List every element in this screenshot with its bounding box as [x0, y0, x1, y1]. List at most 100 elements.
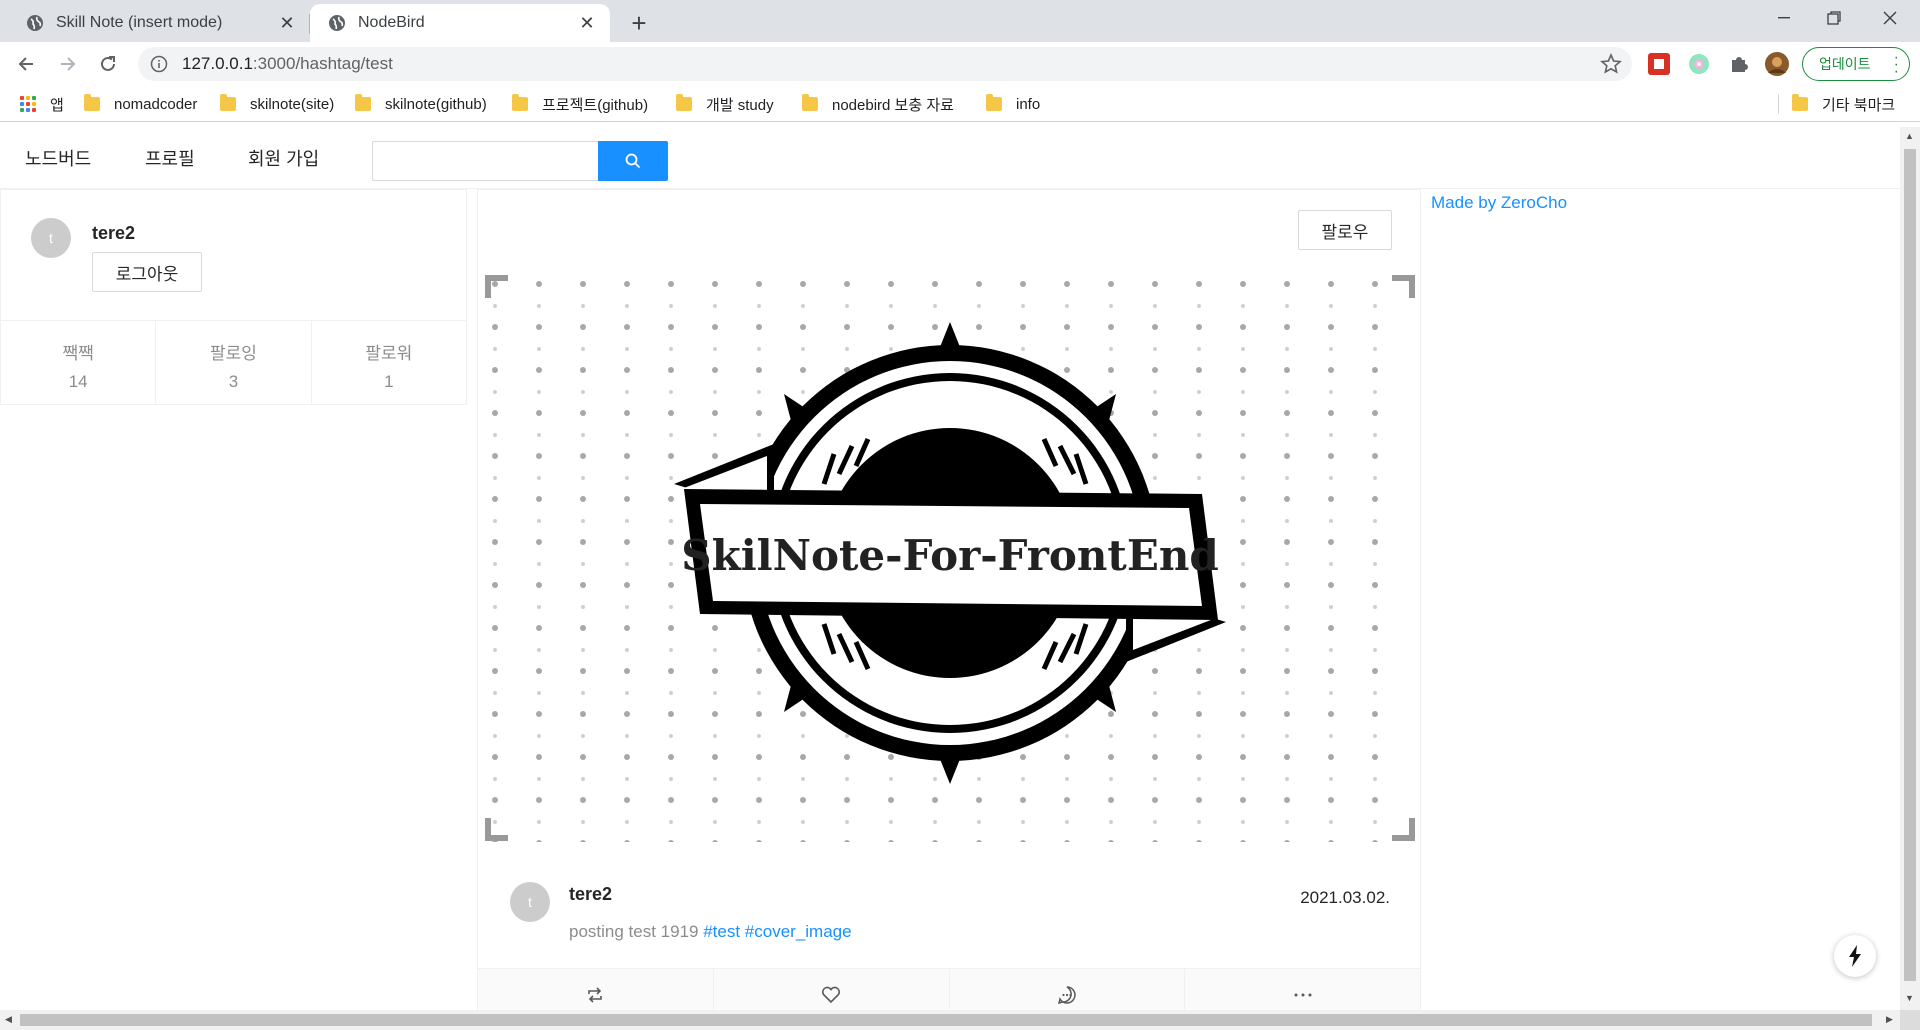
post-cover-image[interactable]: SkilNote-For-FrontEnd — [484, 274, 1416, 842]
comment-button[interactable] — [950, 969, 1186, 1010]
bookmark-nodebird-extra[interactable]: nodebird 보충 자료 — [802, 92, 954, 116]
bookmark-label: skilnote(site) — [250, 95, 335, 113]
minimize-button[interactable] — [1756, 0, 1812, 36]
menu-signup-link[interactable]: 회원 가입 — [248, 145, 319, 171]
lightning-float-button[interactable] — [1834, 935, 1876, 977]
madeby-link[interactable]: Made by ZeroCho — [1431, 193, 1567, 213]
bookmark-label: 기타 북마크 — [1822, 96, 1896, 114]
menu-home-link[interactable]: 노드버드 — [25, 145, 91, 171]
restore-button[interactable] — [1806, 0, 1862, 36]
scroll-down-icon[interactable]: ▼ — [1905, 993, 1914, 1003]
scroll-left-icon[interactable]: ◀ — [5, 1014, 12, 1025]
forward-button[interactable] — [52, 48, 84, 80]
tab-skill-note[interactable]: Skill Note (insert mode) ✕ — [8, 4, 310, 42]
bookmark-nomadcoder[interactable]: nomadcoder — [84, 92, 197, 116]
stat-followers: 팔로워 1 — [312, 321, 466, 405]
more-vert-icon: · · · — [1893, 49, 1899, 80]
user-stats: 짹짹 14 팔로잉 3 팔로워 1 — [1, 320, 466, 405]
avatar: t — [31, 218, 71, 258]
tab-title: NodeBird — [358, 14, 425, 31]
bookmark-project-github[interactable]: 프로젝트(github) — [512, 92, 648, 116]
post-meta: t tere2 2021.03.02. posting test 1919 #t… — [478, 858, 1420, 968]
page-viewport: 노드버드 프로필 회원 가입 t tere2 로그아웃 짹짹 14 팔로잉 3 … — [0, 127, 1900, 1010]
bookmarks-bar: 앱 nomadcoder skilnote(site) skilnote(git… — [0, 86, 1920, 122]
address-bar[interactable]: 127.0.0.1:3000/hashtag/test — [138, 47, 1632, 81]
stat-value: 1 — [384, 372, 394, 391]
url-text: 127.0.0.1:3000/hashtag/test — [182, 54, 393, 74]
new-tab-button[interactable]: + — [622, 6, 656, 40]
url-path: :3000/hashtag/test — [252, 54, 393, 73]
folder-icon — [220, 94, 236, 111]
bookmark-apps[interactable]: 앱 — [20, 92, 64, 116]
bookmark-skilnote-github[interactable]: skilnote(github) — [355, 92, 487, 116]
bookmark-info[interactable]: info — [986, 92, 1040, 116]
hashtag-link[interactable]: #test — [703, 922, 740, 941]
hashtag-link[interactable]: #cover_image — [740, 922, 852, 941]
hashtag-search-input[interactable] — [372, 141, 599, 181]
globe-icon — [329, 15, 345, 31]
update-label: 업데이트 — [1819, 56, 1871, 72]
bookmark-label: nodebird 보충 자료 — [832, 96, 954, 114]
bookmark-label: 프로젝트(github) — [542, 96, 649, 114]
folder-icon — [84, 94, 100, 111]
search-icon — [625, 153, 641, 169]
bookmark-dev-study[interactable]: 개발 study — [676, 92, 774, 116]
retweet-button[interactable] — [478, 969, 714, 1010]
vertical-scroll-thumb[interactable] — [1904, 149, 1916, 981]
puzzle-icon[interactable] — [1726, 51, 1752, 77]
close-tab-icon[interactable]: ✕ — [276, 12, 298, 34]
arrow-right-icon — [61, 57, 76, 71]
bookmarks-divider — [1778, 94, 1779, 114]
scroll-right-icon[interactable]: ▶ — [1886, 1014, 1893, 1025]
apps-grid-icon — [20, 96, 36, 112]
horizontal-scrollbar[interactable]: ◀ ▶ — [0, 1010, 1900, 1030]
folder-icon — [355, 94, 371, 111]
bookmark-label: 개발 study — [706, 96, 774, 114]
extension-color-icon[interactable] — [1686, 51, 1712, 77]
scroll-up-icon[interactable]: ▲ — [1905, 131, 1914, 141]
stat-label: 팔로워 — [365, 344, 413, 363]
search-button[interactable] — [598, 141, 668, 181]
lightning-icon — [1849, 945, 1861, 967]
post-author: tere2 — [569, 884, 613, 904]
horizontal-scroll-thumb[interactable] — [20, 1014, 1872, 1026]
stat-posts: 짹짹 14 — [1, 321, 157, 405]
folder-icon — [512, 94, 528, 111]
user-profile-card: t tere2 로그아웃 짹짹 14 팔로잉 3 팔로워 1 — [0, 189, 467, 405]
more-button[interactable] — [1185, 969, 1420, 1010]
vertical-scrollbar[interactable]: ▲ ▼ — [1900, 127, 1920, 1010]
bookmark-star-icon[interactable] — [1600, 53, 1622, 75]
reload-button[interactable] — [92, 48, 124, 80]
stat-label: 짹짹 — [62, 344, 94, 363]
update-button[interactable]: 업데이트 · · · — [1802, 47, 1910, 81]
extension-red-icon[interactable] — [1646, 51, 1672, 77]
tab-nodebird[interactable]: NodeBird ✕ — [310, 4, 610, 42]
retweet-icon — [588, 986, 603, 1003]
like-button[interactable] — [714, 969, 950, 1010]
minimize-icon — [1778, 17, 1790, 19]
tab-title: Skill Note (insert mode) — [56, 14, 223, 31]
bookmark-skilnote-site[interactable]: skilnote(site) — [220, 92, 334, 116]
profile-avatar-icon[interactable] — [1764, 51, 1790, 77]
browser-toolbar: 127.0.0.1:3000/hashtag/test 업데이트 · · · — [0, 42, 1920, 86]
post-card: 팔로우 SkilNote-For-FrontEnd t tere2 2021.0… — [477, 189, 1421, 1010]
heart-icon — [822, 986, 841, 1003]
user-nickname: tere2 — [92, 223, 136, 243]
info-icon[interactable] — [150, 55, 168, 73]
post-text: posting test 1919 — [569, 922, 699, 941]
bookmark-other[interactable]: 기타 북마크 — [1792, 92, 1895, 116]
back-button[interactable] — [10, 48, 42, 80]
menu-profile-link[interactable]: 프로필 — [145, 145, 195, 171]
follow-button[interactable]: 팔로우 — [1298, 210, 1392, 250]
bookmark-label: info — [1016, 95, 1041, 113]
bookmark-label: skilnote(github) — [385, 95, 487, 113]
app-menu: 노드버드 프로필 회원 가입 — [0, 127, 1900, 189]
globe-icon — [27, 15, 43, 31]
stat-label: 팔로잉 — [210, 344, 257, 363]
cover-title: SkilNote-For-FrontEnd — [681, 531, 1218, 580]
browser-tab-bar: Skill Note (insert mode) ✕ NodeBird ✕ + — [0, 0, 1920, 42]
close-window-button[interactable] — [1862, 0, 1918, 36]
close-tab-icon[interactable]: ✕ — [576, 12, 598, 34]
logout-button[interactable]: 로그아웃 — [92, 252, 202, 292]
avatar[interactable]: t — [510, 882, 550, 922]
